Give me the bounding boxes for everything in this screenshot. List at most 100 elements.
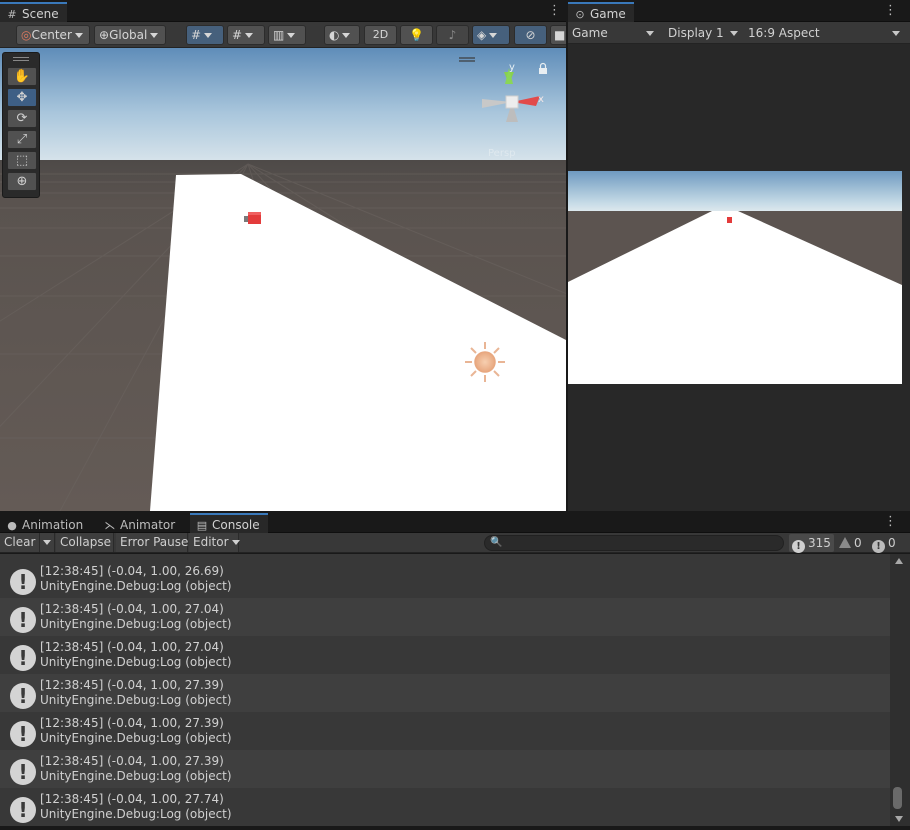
- scene-tabbar: # Scene ⋮: [0, 0, 566, 22]
- console-menu-icon[interactable]: ⋮: [884, 515, 897, 529]
- scene-viewport[interactable]: y x Persp: [0, 48, 566, 511]
- game-menu-icon[interactable]: ⋮: [884, 4, 897, 18]
- log-row[interactable]: ! [12:38:45] (-0.04, 1.00, 27.39) UnityE…: [0, 674, 890, 712]
- grid-visibility-button[interactable]: ▥: [268, 25, 306, 45]
- log-row[interactable]: ! [12:38:45] (-0.04, 1.00, 27.74) UnityE…: [0, 788, 890, 826]
- clear-button[interactable]: Clear: [0, 533, 40, 552]
- log-count-toggle[interactable]: ! 315: [789, 534, 834, 553]
- aspect-label: 16:9 Aspect: [748, 26, 820, 40]
- log-row[interactable]: ! [12:38:45] (-0.04, 1.00, 27.04) UnityE…: [0, 636, 890, 674]
- scroll-down-icon[interactable]: [895, 816, 903, 822]
- tab-game[interactable]: ⊙ Game: [568, 2, 634, 22]
- rotate-tool-button[interactable]: ⟳: [7, 109, 37, 128]
- error-count-toggle[interactable]: ! 0: [869, 534, 899, 553]
- console-log-list[interactable]: ! [12:38:45] (-0.04, 1.00, 26.69) UnityE…: [0, 554, 890, 826]
- grid-snapping-button[interactable]: #: [186, 25, 224, 45]
- info-icon: !: [10, 607, 36, 633]
- chevron-down-icon: [231, 540, 240, 545]
- space-label: Global: [109, 28, 148, 42]
- gizmo-projection-label[interactable]: Persp: [488, 148, 516, 159]
- lighting-toggle-button[interactable]: 💡: [400, 25, 433, 45]
- tab-scene-label: Scene: [22, 7, 59, 21]
- audio-toggle-button[interactable]: ♪: [436, 25, 469, 45]
- console-toolbar: Clear Collapse Error Pause Editor 🔍 ! 315…: [0, 533, 910, 553]
- log-stacktrace: UnityEngine.Debug:Log (object): [40, 731, 232, 745]
- transform-tool-button[interactable]: ⊕: [7, 172, 37, 191]
- chevron-down-icon: [730, 31, 738, 36]
- info-icon: !: [10, 683, 36, 709]
- log-row[interactable]: ! [12:38:45] (-0.04, 1.00, 26.69) UnityE…: [0, 560, 890, 598]
- tab-scene[interactable]: # Scene: [0, 2, 67, 22]
- rect-tool-button[interactable]: ⬚: [7, 151, 37, 170]
- toggle-2d-label: 2D: [372, 28, 389, 41]
- pivot-mode-dropdown[interactable]: ◎Center: [16, 25, 90, 45]
- rotate-icon: ⟳: [16, 111, 28, 126]
- scene-menu-icon[interactable]: ⋮: [548, 4, 561, 18]
- error-pause-label: Error Pause: [120, 535, 189, 549]
- tab-animator[interactable]: ⋋ Animator: [98, 513, 183, 533]
- snap-increment-icon: #: [232, 28, 243, 42]
- globe-icon: ⊕: [99, 28, 110, 42]
- log-stacktrace: UnityEngine.Debug:Log (object): [40, 769, 232, 783]
- game-mode-label: Game: [572, 26, 608, 40]
- scroll-up-icon[interactable]: [895, 558, 903, 564]
- effects-dropdown[interactable]: ◈: [472, 25, 510, 45]
- game-viewport[interactable]: [568, 44, 910, 511]
- log-message: [12:38:45] (-0.04, 1.00, 27.04): [40, 602, 224, 616]
- game-player-cube: [727, 217, 732, 223]
- log-row[interactable]: ! [12:38:45] (-0.04, 1.00, 27.39) UnityE…: [0, 712, 890, 750]
- scene-render: y x Persp: [0, 48, 566, 511]
- aspect-dropdown[interactable]: 16:9 Aspect: [744, 23, 904, 43]
- scale-icon: ⤢: [16, 132, 28, 147]
- error-count: 0: [888, 536, 896, 550]
- tab-animation[interactable]: ● Animation: [0, 513, 91, 533]
- tab-console[interactable]: ▤ Console: [190, 513, 268, 533]
- tab-animator-label: Animator: [120, 518, 176, 532]
- tab-console-label: Console: [212, 518, 260, 532]
- log-row[interactable]: ! [12:38:45] (-0.04, 1.00, 27.39) UnityE…: [0, 750, 890, 788]
- increment-snapping-button[interactable]: #: [227, 25, 265, 45]
- chevron-down-icon: [204, 33, 213, 38]
- hand-tool-button[interactable]: ✋: [7, 67, 37, 86]
- draw-mode-dropdown[interactable]: ◐: [324, 25, 360, 45]
- eye-hidden-icon: ⊘: [525, 28, 536, 42]
- game-mode-dropdown[interactable]: Game: [568, 23, 658, 43]
- lightbulb-icon: 💡: [409, 28, 424, 42]
- log-count: 315: [808, 536, 831, 550]
- collapse-label: Collapse: [60, 535, 111, 549]
- directional-light-icon[interactable]: [465, 342, 505, 382]
- console-search-field[interactable]: 🔍: [484, 535, 784, 551]
- info-icon: !: [10, 721, 36, 747]
- layers-icon: ◈: [477, 28, 487, 42]
- toggle-2d-button[interactable]: 2D: [364, 25, 397, 45]
- chevron-down-icon: [150, 33, 159, 38]
- display-label: Display 1: [668, 26, 724, 40]
- bottom-tabbar: ● Animation ⋋ Animator ▤ Console ⋮: [0, 511, 910, 533]
- scrollbar-thumb[interactable]: [893, 787, 902, 809]
- info-icon: !: [10, 797, 36, 823]
- console-scrollbar[interactable]: [890, 554, 910, 826]
- collapse-toggle[interactable]: Collapse: [56, 533, 114, 552]
- error-pause-toggle[interactable]: Error Pause: [116, 533, 188, 552]
- scale-tool-button[interactable]: ⤢: [7, 130, 37, 149]
- game-render: [568, 171, 902, 384]
- pivot-space-dropdown[interactable]: ⊕Global: [94, 25, 166, 45]
- log-message: [12:38:45] (-0.04, 1.00, 27.74): [40, 792, 224, 806]
- camera-settings-button[interactable]: ■: [550, 25, 566, 45]
- chevron-down-icon: [489, 33, 498, 38]
- editor-dropdown[interactable]: Editor: [189, 533, 240, 552]
- clear-options-dropdown[interactable]: [40, 533, 55, 552]
- overlay-grip[interactable]: [13, 57, 29, 61]
- hand-icon: ✋: [13, 69, 31, 84]
- display-dropdown[interactable]: Display 1: [664, 23, 742, 43]
- log-row[interactable]: ! [12:38:45] (-0.04, 1.00, 27.04) UnityE…: [0, 598, 890, 636]
- scene-visibility-button[interactable]: ⊘: [514, 25, 547, 45]
- pivot-label: Center: [31, 28, 72, 42]
- tab-animation-label: Animation: [22, 518, 84, 532]
- chevron-down-icon: [342, 33, 351, 38]
- move-tool-button[interactable]: ✥: [7, 88, 37, 107]
- chevron-down-icon: [74, 33, 83, 38]
- console-search-input[interactable]: [501, 536, 779, 550]
- speaker-muted-icon: ♪: [448, 28, 457, 42]
- warning-count-toggle[interactable]: 0: [836, 534, 865, 552]
